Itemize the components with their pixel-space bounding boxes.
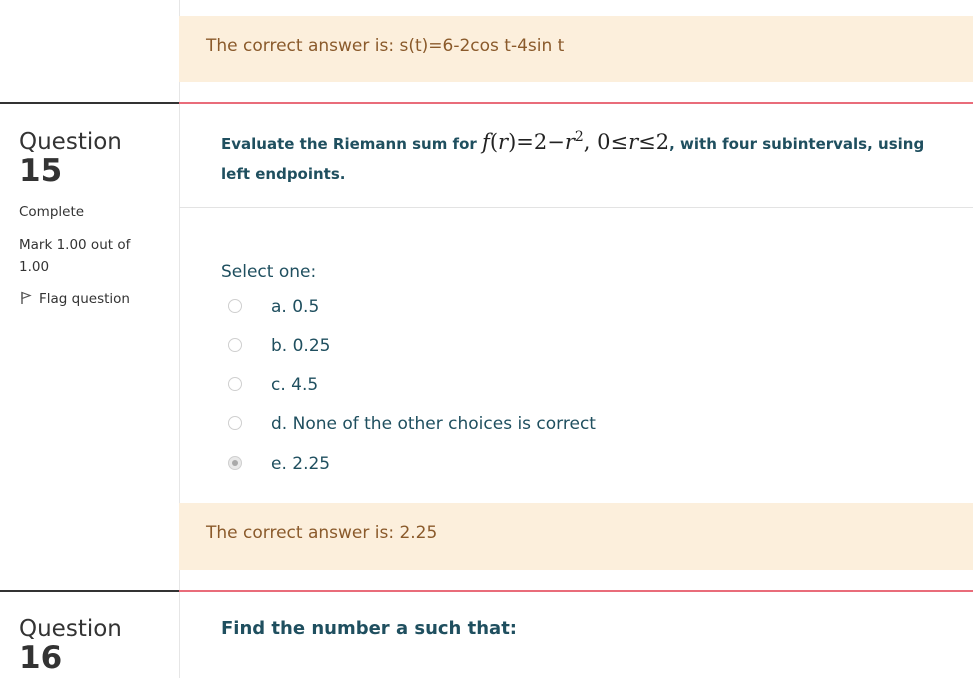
q16-content-top-rule xyxy=(179,590,973,592)
q15-option-c-label[interactable]: c. 4.5 xyxy=(271,375,318,395)
q14-correct-answer-feedback: The correct answer is: s(t)=6-2cos t-4si… xyxy=(179,16,973,82)
flag-icon xyxy=(21,291,32,304)
q15-info-top-rule xyxy=(0,102,179,104)
q15-state: Complete xyxy=(19,204,85,220)
q15-flag-question[interactable]: Flag question xyxy=(19,288,130,310)
q15-prompt-prefix: Evaluate the Riemann sum for xyxy=(221,135,477,153)
q16-question-number: 16 xyxy=(19,640,63,676)
q14-feedback-text: The correct answer is: s(t)=6-2cos t-4si… xyxy=(206,36,565,56)
q15-option-b-label[interactable]: b. 0.25 xyxy=(271,336,330,356)
q15-option-b-radio[interactable] xyxy=(228,338,242,352)
q15-question-number: 15 xyxy=(19,153,63,189)
q15-prompt-line2: left endpoints. xyxy=(221,165,346,183)
q15-prompt-separator xyxy=(179,207,973,208)
q16-info-top-rule xyxy=(0,590,179,592)
q15-option-c-radio[interactable] xyxy=(228,377,242,391)
q15-select-label: Select one: xyxy=(221,262,317,282)
q16-prompt: Find the number a such that: xyxy=(221,618,518,639)
q15-option-d-label[interactable]: d. None of the other choices is correct xyxy=(271,414,596,434)
q15-feedback-text: The correct answer is: 2.25 xyxy=(206,523,438,543)
q15-option-a-radio[interactable] xyxy=(228,299,242,313)
flag-question-label: Flag question xyxy=(39,291,130,307)
q15-option-e-radio[interactable] xyxy=(228,456,242,470)
q15-question-label: Question xyxy=(19,129,122,155)
q15-option-d-radio[interactable] xyxy=(228,416,242,430)
q15-mark: Mark 1.00 out of 1.00 xyxy=(19,237,131,275)
q15-content-top-rule xyxy=(179,102,973,104)
q15-option-a-label[interactable]: a. 0.5 xyxy=(271,297,319,317)
q15-prompt-suffix: , with four subintervals, using xyxy=(669,135,925,153)
q15-correct-answer-feedback: The correct answer is: 2.25 xyxy=(179,503,973,570)
q15-option-e-label[interactable]: e. 2.25 xyxy=(271,454,330,474)
q15-formula: f(r)=2−r2, 0≤r≤2 xyxy=(482,129,670,154)
q16-question-label: Question xyxy=(19,616,122,642)
q15-prompt: Evaluate the Riemann sum for f(r)=2−r2, … xyxy=(221,129,924,154)
